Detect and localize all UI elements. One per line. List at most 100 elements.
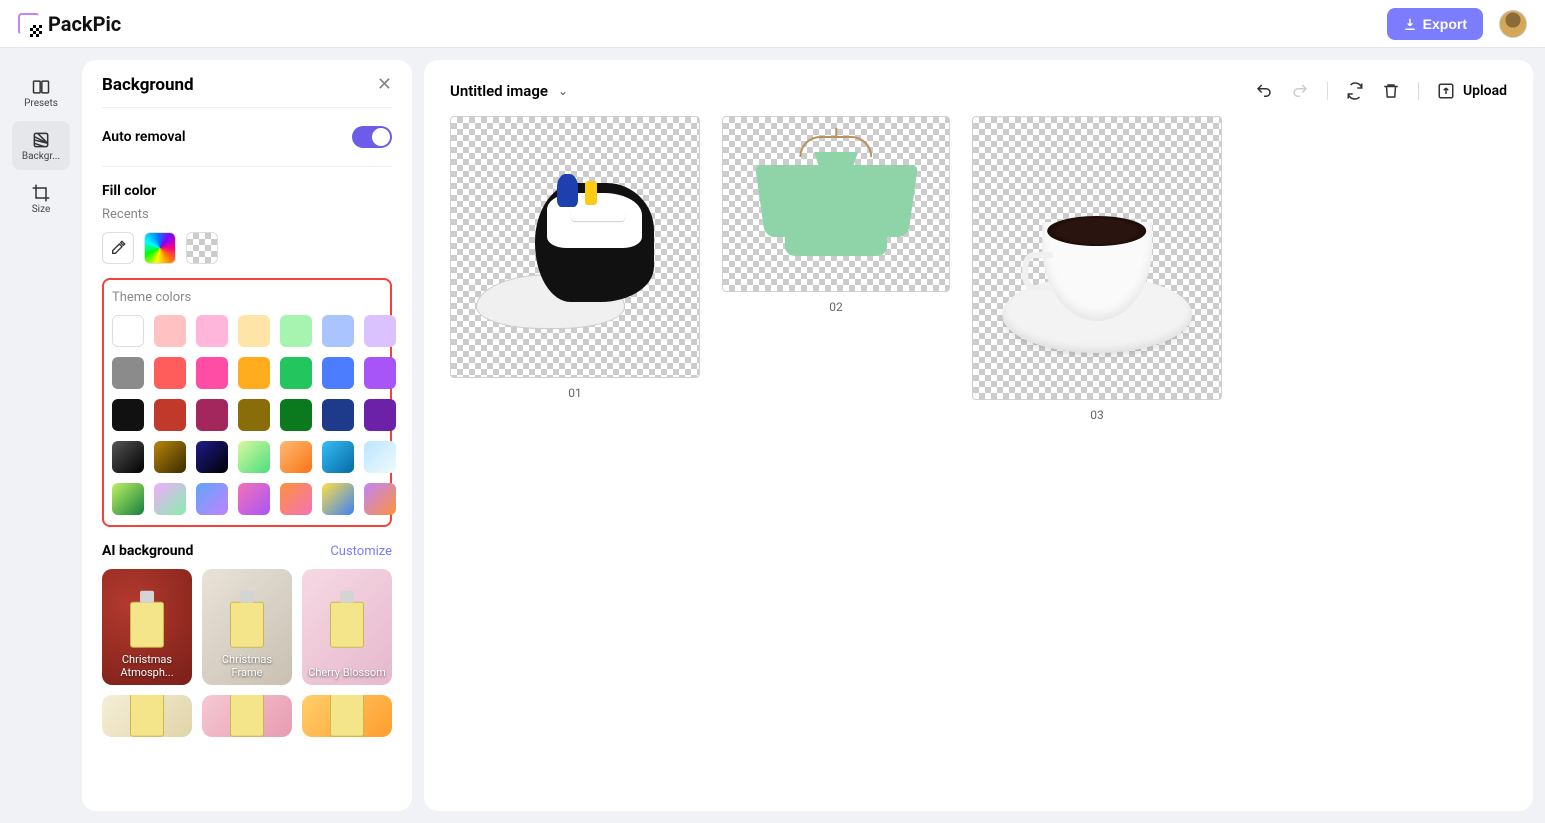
theme-swatch[interactable] [154,315,186,347]
theme-swatch[interactable] [196,315,228,347]
avatar[interactable] [1499,10,1527,38]
sync-button[interactable] [1346,82,1364,100]
close-icon[interactable]: ✕ [377,74,392,95]
theme-swatch[interactable] [238,315,270,347]
theme-gradient-swatch[interactable] [196,441,228,473]
theme-swatch[interactable] [364,357,396,389]
theme-swatch[interactable] [154,399,186,431]
transparent-swatch[interactable] [186,232,218,264]
undo-button[interactable] [1255,82,1273,100]
theme-gradient-swatch[interactable] [364,441,396,473]
theme-swatch[interactable] [154,357,186,389]
product-coffee-cup [992,145,1203,371]
theme-swatch[interactable] [322,399,354,431]
ai-background-card[interactable]: Christmas Frame [202,569,292,685]
ai-background-card[interactable] [102,695,192,737]
auto-removal-label: Auto removal [102,129,186,145]
fill-color-title: Fill color [102,183,392,199]
theme-gradient-swatch[interactable] [112,441,144,473]
image-frame [972,116,1222,400]
undo-icon [1255,82,1273,100]
images-row: 01 02 [450,116,1507,422]
brand: PackPic [18,12,121,36]
theme-gradient-swatch[interactable] [154,441,186,473]
theme-swatch[interactable] [112,357,144,389]
theme-gradient-swatch[interactable] [322,441,354,473]
export-button[interactable]: Export [1387,8,1483,40]
theme-gradient-swatch[interactable] [364,483,396,515]
perfume-icon [330,602,364,648]
theme-gradient-swatch[interactable] [238,483,270,515]
brand-logo-icon [18,13,40,35]
ai-background-card[interactable]: Christmas Atmosph... [102,569,192,685]
auto-removal-toggle[interactable] [352,126,392,148]
perfume-icon [330,695,364,737]
canvas-tools: Upload [1255,82,1507,100]
theme-swatch[interactable] [364,399,396,431]
perfume-icon [230,602,264,648]
customize-link[interactable]: Customize [330,544,392,559]
brand-name: PackPic [48,12,121,36]
perfume-icon [130,602,164,648]
upload-button[interactable]: Upload [1437,82,1507,100]
upload-icon [1437,82,1455,100]
redo-icon [1291,82,1309,100]
theme-gradient-swatch[interactable] [154,483,186,515]
theme-swatch[interactable] [112,399,144,431]
theme-swatch[interactable] [280,357,312,389]
delete-button[interactable] [1382,82,1400,100]
theme-swatch[interactable] [322,357,354,389]
tool-rail: Presets Backgr... Size [12,60,70,811]
document-title-dropdown[interactable]: Untitled image ⌄ [450,82,568,100]
recents-row [102,232,392,264]
perfume-icon [230,695,264,737]
canvas-header: Untitled image ⌄ [450,82,1507,100]
image-card-01[interactable]: 01 [450,116,700,400]
image-card-03[interactable]: 03 [972,116,1222,422]
ai-card-label: Christmas Atmosph... [102,653,192,679]
theme-colors-section: Theme colors [102,278,392,527]
panel-header: Background ✕ [102,74,392,108]
theme-swatch[interactable] [112,315,144,347]
topbar-right: Export [1387,8,1527,40]
theme-gradient-swatch[interactable] [280,483,312,515]
ai-background-card[interactable]: Cherry Blossom [302,569,392,685]
theme-gradient-swatch[interactable] [238,441,270,473]
image-frame [722,116,950,292]
ai-background-card[interactable] [302,695,392,737]
tool-size[interactable]: Size [12,174,70,223]
perfume-icon [130,695,164,737]
ai-background-card[interactable] [202,695,292,737]
theme-swatch[interactable] [238,399,270,431]
theme-swatch[interactable] [196,357,228,389]
redo-button[interactable] [1291,82,1309,100]
panel-title: Background [102,75,194,95]
theme-swatch[interactable] [238,357,270,389]
image-label: 03 [1090,408,1104,422]
color-picker-swatch[interactable] [144,232,176,264]
eyedropper-icon [110,240,126,256]
tool-background-label: Backgr... [22,151,60,162]
theme-swatch[interactable] [196,399,228,431]
tool-background[interactable]: Backgr... [12,121,70,170]
tool-size-label: Size [32,204,51,215]
background-icon [30,129,52,151]
topbar: PackPic Export [0,0,1545,48]
theme-gradient-swatch[interactable] [196,483,228,515]
theme-gradient-swatch[interactable] [112,483,144,515]
auto-removal-row: Auto removal [102,108,392,167]
theme-swatch[interactable] [364,315,396,347]
theme-gradient-swatch[interactable] [322,483,354,515]
theme-swatch[interactable] [280,315,312,347]
image-card-02[interactable]: 02 [722,116,950,314]
divider [1418,82,1419,100]
recents-label: Recents [102,207,392,222]
theme-swatch[interactable] [322,315,354,347]
trash-icon [1382,82,1400,100]
theme-swatch[interactable] [280,399,312,431]
product-sneaker [476,156,674,338]
theme-gradient-swatch[interactable] [280,441,312,473]
eyedropper-button[interactable] [102,232,134,264]
tool-presets[interactable]: Presets [12,68,70,117]
theme-colors-label: Theme colors [112,290,382,305]
